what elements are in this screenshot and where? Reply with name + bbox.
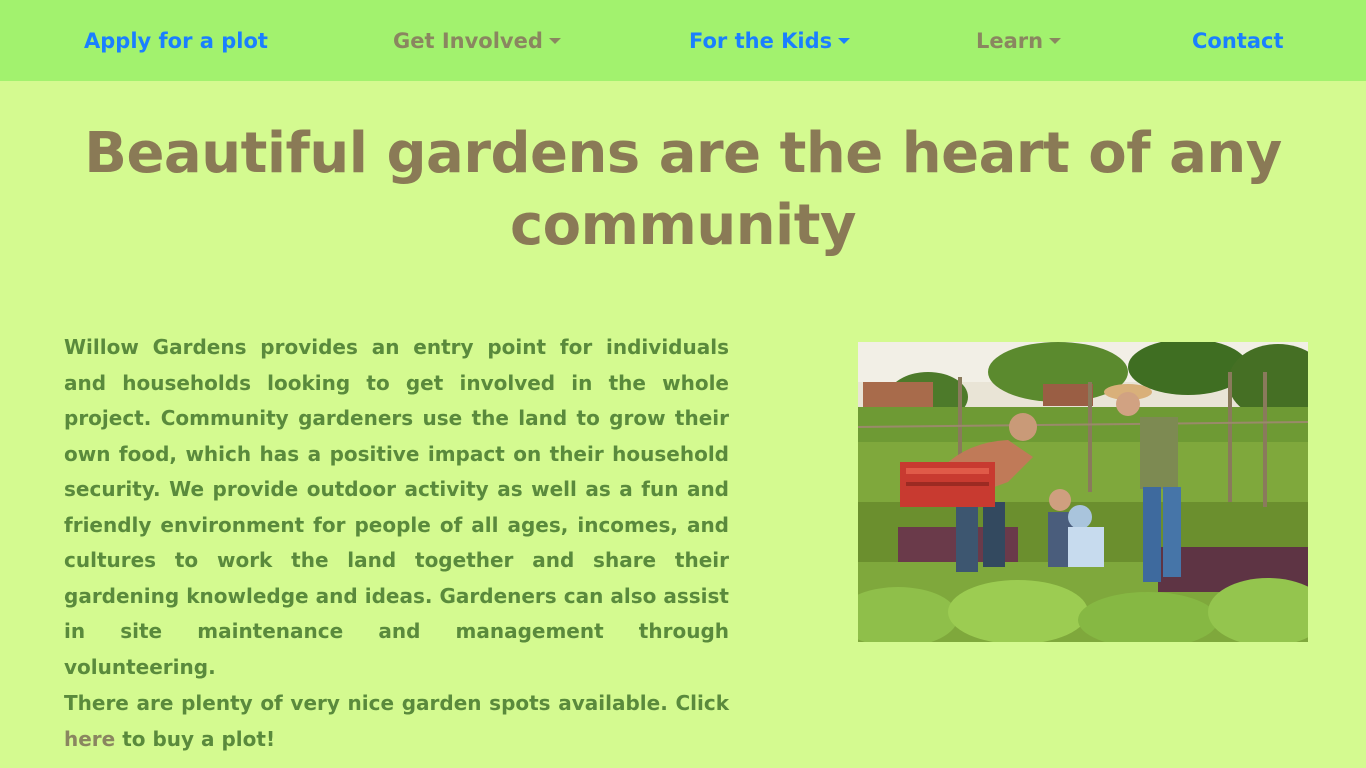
cta-paragraph: There are plenty of very nice garden spo… xyxy=(64,686,729,757)
nav-learn-dropdown[interactable]: Learn xyxy=(976,26,1062,56)
nav-label: Learn xyxy=(976,29,1044,53)
nav-label: Get Involved xyxy=(393,29,543,53)
top-navbar: Apply for a plot Get Involved For the Ki… xyxy=(0,0,1366,81)
buy-plot-link[interactable]: here xyxy=(64,727,115,751)
caret-down-icon xyxy=(838,38,851,44)
family-gardening-photo xyxy=(858,342,1308,642)
nav-label: Apply for a plot xyxy=(84,29,268,53)
nav-apply-for-a-plot[interactable]: Apply for a plot xyxy=(84,26,268,56)
cta-text-before: There are plenty of very nice garden spo… xyxy=(64,691,729,715)
nav-contact[interactable]: Contact xyxy=(1192,26,1284,56)
caret-down-icon xyxy=(548,38,561,44)
nav-get-involved-dropdown[interactable]: Get Involved xyxy=(393,26,561,56)
nav-label: Contact xyxy=(1192,29,1284,53)
nav-label: For the Kids xyxy=(689,29,833,53)
page-headline: Beautiful gardens are the heart of any c… xyxy=(84,121,1282,258)
caret-down-icon xyxy=(1049,38,1062,44)
nav-for-the-kids-dropdown[interactable]: For the Kids xyxy=(689,26,851,56)
garden-photo-illustration xyxy=(858,342,1308,642)
intro-paragraph: Willow Gardens provides an entry point f… xyxy=(64,335,729,679)
cta-text-after: to buy a plot! xyxy=(115,726,276,751)
